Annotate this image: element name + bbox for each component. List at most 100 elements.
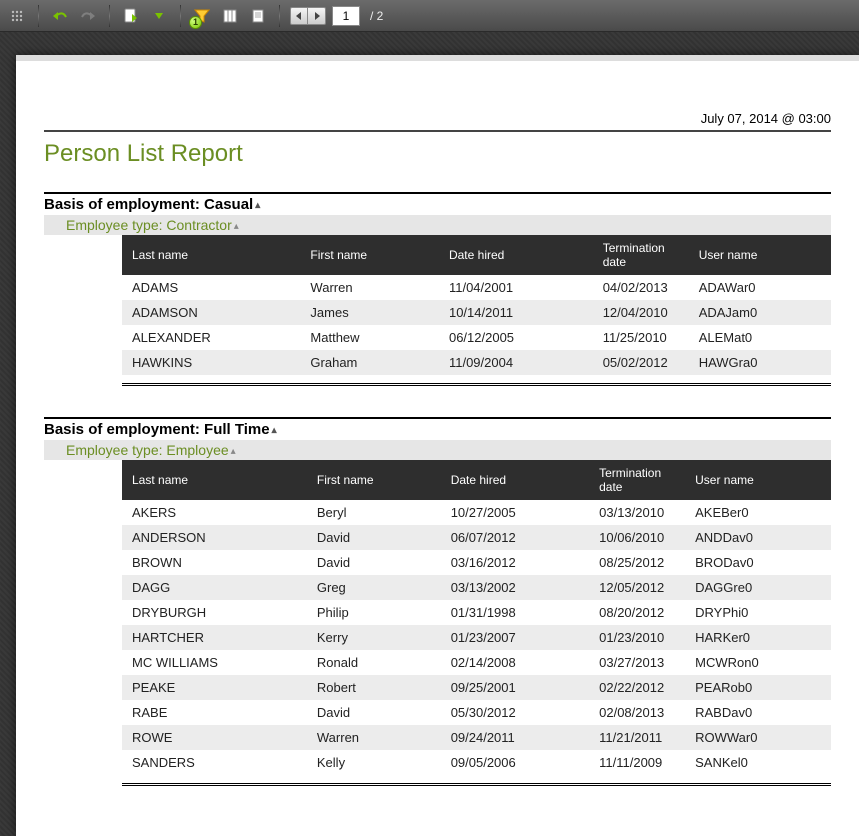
- table-cell: Kerry: [307, 625, 441, 650]
- table-row[interactable]: HARTCHERKerry01/23/200701/23/2010HARKer0: [122, 625, 831, 650]
- column-header[interactable]: User name: [685, 460, 831, 500]
- table-cell: 02/22/2012: [589, 675, 685, 700]
- collapse-caret-icon[interactable]: ▴: [272, 425, 277, 436]
- table-row[interactable]: ROWEWarren09/24/201111/21/2011ROWWar0: [122, 725, 831, 750]
- table-cell: 03/27/2013: [589, 650, 685, 675]
- table-row[interactable]: AKERSBeryl10/27/200503/13/2010AKEBer0: [122, 500, 831, 525]
- table-row[interactable]: SANDERSKelly09/05/200611/11/2009SANKel0: [122, 750, 831, 775]
- table-cell: DAGGre0: [685, 575, 831, 600]
- table-cell: BRODav0: [685, 550, 831, 575]
- table-row[interactable]: ALEXANDERMatthew06/12/200511/25/2010ALEM…: [122, 325, 831, 350]
- redo-button[interactable]: [77, 5, 99, 27]
- report-timestamp: July 07, 2014 @ 03:00: [44, 111, 831, 132]
- column-header[interactable]: Last name: [122, 235, 300, 275]
- table-cell: PEARob0: [685, 675, 831, 700]
- table-cell: 03/13/2002: [441, 575, 589, 600]
- table-cell: James: [300, 300, 439, 325]
- table-cell: HAWKINS: [122, 350, 300, 375]
- table-row[interactable]: HAWKINSGraham11/09/200405/02/2012HAWGra0: [122, 350, 831, 375]
- table-cell: 08/20/2012: [589, 600, 685, 625]
- table-cell: RABDav0: [685, 700, 831, 725]
- table-cell: RABE: [122, 700, 307, 725]
- table-cell: ROWWar0: [685, 725, 831, 750]
- export-button[interactable]: [120, 5, 142, 27]
- table-cell: DRYPhi0: [685, 600, 831, 625]
- page-number-input[interactable]: [332, 6, 360, 26]
- column-header[interactable]: Termination date: [593, 235, 689, 275]
- table-cell: Robert: [307, 675, 441, 700]
- page-total-label: / 2: [370, 9, 383, 23]
- subgroup-header-label: Employee type: Contractor: [66, 217, 232, 233]
- export-dropdown[interactable]: [148, 5, 170, 27]
- table-row[interactable]: DAGGGreg03/13/200212/05/2012DAGGre0: [122, 575, 831, 600]
- table-cell: Graham: [300, 350, 439, 375]
- table-cell: 02/14/2008: [441, 650, 589, 675]
- table-cell: 10/14/2011: [439, 300, 593, 325]
- table-cell: ANDDav0: [685, 525, 831, 550]
- column-header[interactable]: First name: [307, 460, 441, 500]
- menu-handle-icon[interactable]: [6, 5, 28, 27]
- table-row[interactable]: BROWNDavid03/16/201208/25/2012BRODav0: [122, 550, 831, 575]
- filter-count-badge: 1: [189, 16, 202, 29]
- data-table: Last nameFirst nameDate hiredTermination…: [122, 235, 831, 375]
- table-cell: DRYBURGH: [122, 600, 307, 625]
- table-cell: ALEMat0: [689, 325, 831, 350]
- column-header[interactable]: First name: [300, 235, 439, 275]
- undo-button[interactable]: [49, 5, 71, 27]
- group-header[interactable]: Basis of employment: Casual▴: [44, 192, 831, 213]
- group-header[interactable]: Basis of employment: Full Time▴: [44, 417, 831, 438]
- table-cell: 10/06/2010: [589, 525, 685, 550]
- table-cell: 12/05/2012: [589, 575, 685, 600]
- table-cell: HARKer0: [685, 625, 831, 650]
- table-cell: David: [307, 700, 441, 725]
- next-page-button[interactable]: [308, 7, 326, 25]
- table-cell: 09/05/2006: [441, 750, 589, 775]
- subgroup-header[interactable]: Employee type: Employee▴: [44, 440, 831, 460]
- collapse-caret-icon[interactable]: ▴: [255, 200, 260, 211]
- table-cell: ROWE: [122, 725, 307, 750]
- table-cell: 09/24/2011: [441, 725, 589, 750]
- table-cell: Warren: [300, 275, 439, 300]
- table-row[interactable]: MC WILLIAMSRonald02/14/200803/27/2013MCW…: [122, 650, 831, 675]
- table-cell: ADAJam0: [689, 300, 831, 325]
- table-row[interactable]: ANDERSONDavid06/07/201210/06/2010ANDDav0: [122, 525, 831, 550]
- column-header[interactable]: Date hired: [439, 235, 593, 275]
- column-header[interactable]: Last name: [122, 460, 307, 500]
- separator: [279, 5, 280, 27]
- table-cell: 11/04/2001: [439, 275, 593, 300]
- columns-button[interactable]: [219, 5, 241, 27]
- table-row[interactable]: ADAMSONJames10/14/201112/04/2010ADAJam0: [122, 300, 831, 325]
- report-toolbar: 1 / 2: [0, 0, 859, 32]
- prev-page-button[interactable]: [290, 7, 308, 25]
- table-row[interactable]: DRYBURGHPhilip01/31/199808/20/2012DRYPhi…: [122, 600, 831, 625]
- report-viewport: July 07, 2014 @ 03:00 Person List Report…: [16, 55, 859, 836]
- page-nav: [290, 7, 326, 25]
- table-cell: SANKel0: [685, 750, 831, 775]
- column-header[interactable]: Date hired: [441, 460, 589, 500]
- filter-button[interactable]: 1: [191, 5, 213, 27]
- separator: [38, 5, 39, 27]
- page-setup-button[interactable]: [247, 5, 269, 27]
- separator: [180, 5, 181, 27]
- table-cell: 11/25/2010: [593, 325, 689, 350]
- table-row[interactable]: ADAMSWarren11/04/200104/02/2013ADAWar0: [122, 275, 831, 300]
- column-header[interactable]: User name: [689, 235, 831, 275]
- collapse-caret-icon[interactable]: ▴: [231, 446, 236, 457]
- separator: [109, 5, 110, 27]
- subgroup-header[interactable]: Employee type: Contractor▴: [44, 215, 831, 235]
- table-cell: 06/12/2005: [439, 325, 593, 350]
- table-cell: DAGG: [122, 575, 307, 600]
- column-header[interactable]: Termination date: [589, 460, 685, 500]
- collapse-caret-icon[interactable]: ▴: [234, 221, 239, 232]
- table-cell: Warren: [307, 725, 441, 750]
- table-cell: AKEBer0: [685, 500, 831, 525]
- report-body: Basis of employment: Casual▴Employee typ…: [44, 192, 831, 787]
- table-cell: ADAWar0: [689, 275, 831, 300]
- table-cell: HAWGra0: [689, 350, 831, 375]
- table-row[interactable]: PEAKERobert09/25/200102/22/2012PEARob0: [122, 675, 831, 700]
- table-row[interactable]: RABEDavid05/30/201202/08/2013RABDav0: [122, 700, 831, 725]
- table-cell: AKERS: [122, 500, 307, 525]
- table-cell: 03/16/2012: [441, 550, 589, 575]
- table-cell: Beryl: [307, 500, 441, 525]
- table-cell: 08/25/2012: [589, 550, 685, 575]
